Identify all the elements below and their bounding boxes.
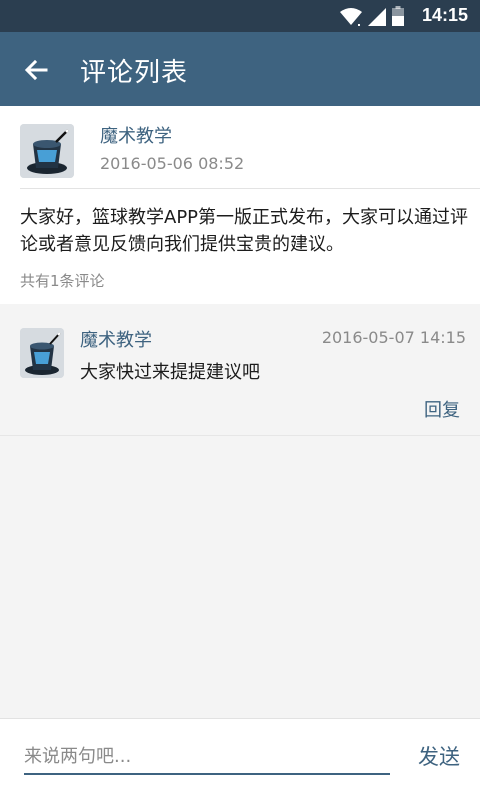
status-icons — [340, 6, 404, 26]
status-time: 14:15 — [421, 5, 468, 25]
divider — [20, 188, 480, 189]
post-date: 2016-05-06 08:52 — [100, 154, 245, 173]
send-button[interactable]: 发送 — [418, 741, 460, 771]
page-title: 评论列表 — [80, 58, 189, 88]
battery-icon — [392, 6, 404, 26]
comment-input[interactable] — [24, 739, 390, 775]
reply-button[interactable]: 回复 — [424, 396, 460, 422]
comment-input-bar: 发送 — [0, 718, 480, 800]
wifi-icon — [340, 8, 362, 26]
post-content: 大家好，篮球教学APP第一版正式发布，大家可以通过评论或者意见反馈向我们提供宝贵… — [20, 207, 469, 255]
comment-author[interactable]: 魔术教学 — [80, 326, 152, 352]
magic-hat-icon — [20, 328, 64, 378]
comment-date: 2016-05-07 14:15 — [321, 328, 466, 347]
arrow-left-icon[interactable] — [20, 54, 52, 86]
post-card: 魔术教学 2016-05-06 08:52 大家好，篮球教学APP第一版正式发布… — [0, 106, 480, 304]
signal-icon — [368, 8, 386, 26]
magic-hat-icon — [20, 124, 74, 178]
post-author[interactable]: 魔术教学 — [100, 122, 172, 148]
comment-item: 魔术教学 2016-05-07 14:15 大家快过来提提建议吧 回复 — [0, 304, 480, 436]
status-bar: 14:15 — [0, 0, 480, 32]
app-bar: 评论列表 — [0, 32, 480, 106]
comment-count: 共有1条评论 — [20, 272, 105, 290]
comment-text: 大家快过来提提建议吧 — [80, 362, 260, 383]
